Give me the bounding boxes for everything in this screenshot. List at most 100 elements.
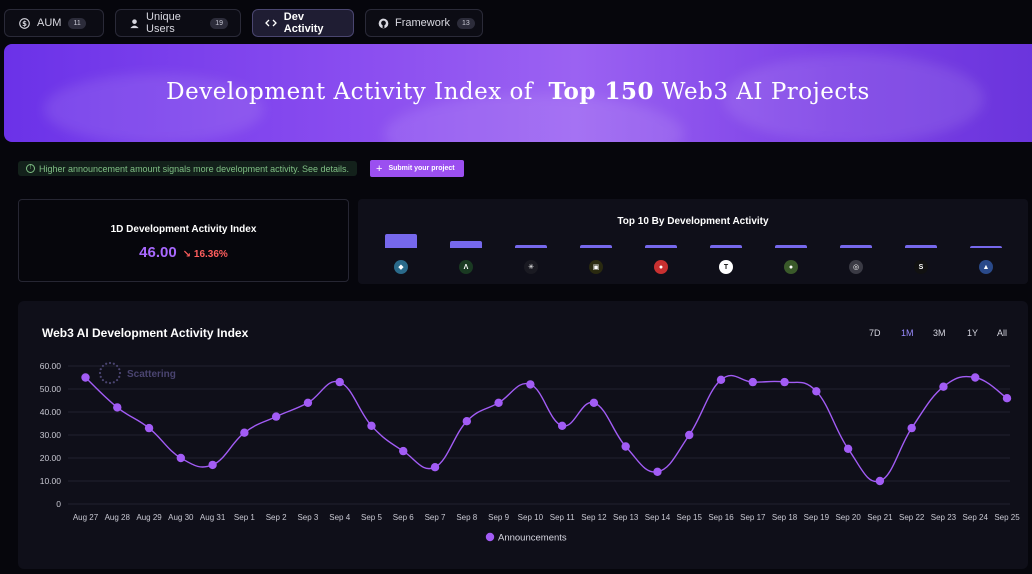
watermark-dot [118,368,121,371]
top10-bar[interactable] [515,244,547,248]
activity-chart-panel: Web3 AI Development Activity Index 7D 1M… [18,301,1028,569]
top10-bar[interactable] [970,246,1002,248]
code-icon [265,16,278,30]
data-point[interactable] [303,398,313,407]
data-point[interactable] [621,442,630,451]
top10-bar[interactable] [385,234,417,248]
data-point[interactable] [335,377,344,387]
data-point[interactable] [526,380,535,389]
top10-bar[interactable] [645,244,677,248]
tab-aum[interactable]: $ AUM 11 [4,9,104,37]
submit-label: Submit your project [388,165,455,172]
data-point[interactable] [113,403,122,412]
data-point[interactable] [812,387,821,396]
top10-bar[interactable] [905,244,937,248]
data-point[interactable] [430,463,440,472]
x-tick-label: Sep 13 [613,513,639,522]
project-5-icon[interactable]: ● [654,260,668,274]
tab-label: Framework [395,17,451,29]
project-9-icon[interactable]: S [914,260,928,274]
x-tick-label: Aug 31 [200,513,226,522]
x-tick-label: Sep 20 [835,513,861,522]
user-icon [128,16,140,30]
data-point[interactable] [1002,394,1012,403]
project-7-icon[interactable]: ● [784,260,798,274]
x-tick-label: Sep 24 [963,513,989,522]
watermark-dot [108,361,112,365]
tab-badge: 19 [210,17,228,29]
data-point[interactable] [176,453,186,463]
data-point[interactable] [971,373,980,382]
data-point[interactable] [557,421,567,430]
banner-title-highlight: Top 150 [548,78,654,105]
banner-title-prefix: Development Activity Index of [166,79,533,105]
data-point[interactable] [462,417,472,426]
data-point[interactable] [494,398,503,407]
index-value: 46.00 [139,244,177,261]
data-point[interactable] [81,373,90,382]
data-point[interactable] [939,382,948,391]
data-point[interactable] [875,476,885,486]
legend-label[interactable]: Announcements [498,533,567,544]
project-10-icon[interactable]: ▲ [979,260,993,274]
x-tick-label: Aug 28 [105,513,131,522]
x-tick-label: Sep 8 [456,513,477,522]
data-point[interactable] [399,446,408,456]
tab-unique-users[interactable]: Unique Users 19 [115,9,241,37]
scattering-watermark: Scattering [98,361,176,385]
data-point[interactable] [240,428,249,437]
index-change: ↘ 16.36% [183,249,228,260]
data-point[interactable] [843,444,853,453]
watermark-dot [105,362,108,365]
top10-bar[interactable] [580,244,612,248]
x-tick-label: Aug 29 [136,513,162,522]
data-point[interactable] [367,421,376,430]
info-notice[interactable]: ! Higher announcement amount signals mor… [18,161,358,176]
banner-title-suffix: Web3 AI Projects [661,79,870,105]
svg-text:$: $ [22,19,27,27]
watermark-dot [101,378,105,382]
project-4-icon[interactable]: ▣ [589,260,603,274]
data-point[interactable] [748,377,757,387]
watermark-dot [112,381,115,384]
github-icon [378,16,389,30]
watermark-dot [99,375,102,378]
project-3-icon[interactable]: ✳ [524,260,538,274]
submit-project-button[interactable]: + Submit your project [370,160,464,177]
x-tick-label: Sep 11 [550,513,575,522]
top10-bar[interactable] [710,244,742,248]
project-6-icon[interactable]: T [719,260,733,274]
data-point[interactable] [907,423,916,433]
x-tick-label: Sep 21 [867,513,893,522]
data-point[interactable] [780,377,789,387]
project-2-icon[interactable]: Λ [459,260,473,274]
y-tick-label: 60.00 [40,361,62,371]
data-point[interactable] [271,412,281,421]
tab-framework[interactable]: Framework 13 [365,9,483,37]
watermark-text: Scattering [127,369,176,380]
watermark-dot [101,364,105,368]
x-tick-label: Sep 16 [708,513,734,522]
dollar-icon: $ [17,16,31,30]
index-card: 1D Development Activity Index 46.00 ↘ 16… [18,199,349,282]
x-tick-label: Sep 5 [361,513,382,522]
data-point[interactable] [716,375,726,384]
top10-bar[interactable] [775,244,807,248]
project-1-icon[interactable]: ◆ [394,260,408,274]
tab-label: AUM [37,17,62,29]
index-card-title: 1D Development Activity Index [110,224,257,235]
top10-bar[interactable] [450,241,482,248]
data-point[interactable] [208,460,217,470]
data-point[interactable] [144,423,154,433]
plus-icon: + [376,162,383,175]
x-tick-label: Sep 9 [488,513,509,522]
x-tick-label: Sep 22 [899,513,925,522]
project-8-icon[interactable]: ◎ [849,260,863,274]
tab-dev-activity[interactable]: Dev Activity [252,9,354,37]
data-point[interactable] [685,430,694,440]
x-tick-label: Sep 2 [266,513,287,522]
watermark-dot [115,364,119,368]
data-point[interactable] [589,398,599,407]
top10-bar[interactable] [840,244,872,248]
data-point[interactable] [653,467,662,476]
